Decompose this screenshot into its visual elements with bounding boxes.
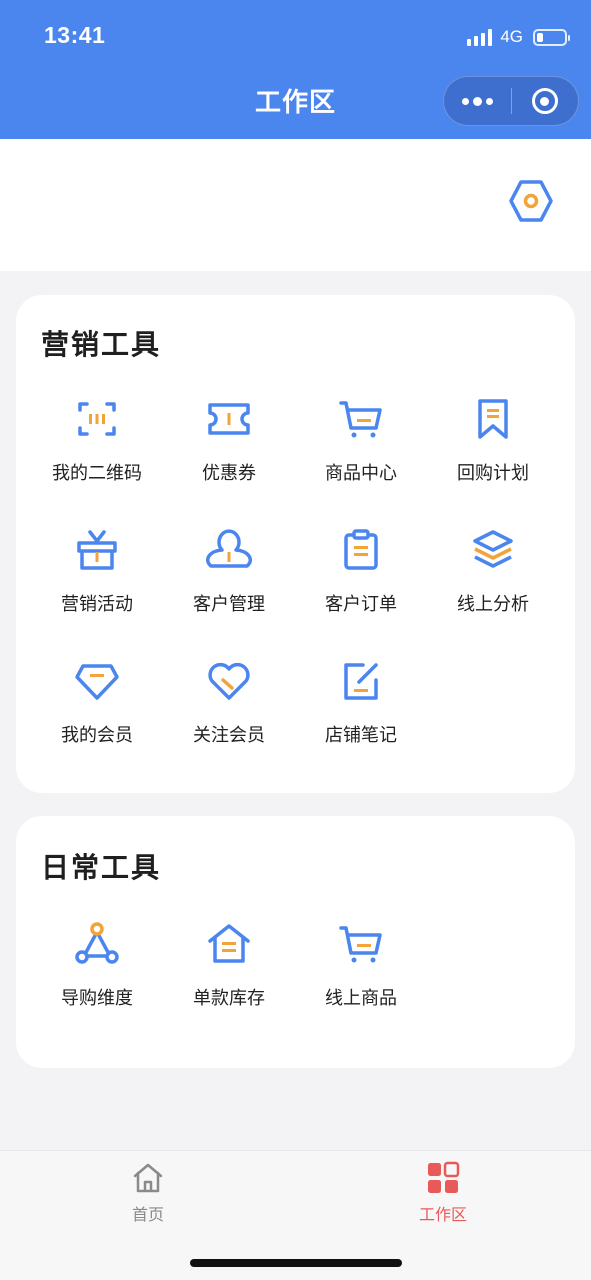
- profile-banner: [0, 139, 591, 271]
- target-icon: [531, 88, 558, 114]
- tool-marketing-activity[interactable]: 营销活动: [31, 526, 163, 616]
- tool-followed-members[interactable]: 关注会员: [163, 657, 295, 747]
- tool-label: 回购计划: [457, 463, 529, 484]
- tool-customer-orders[interactable]: 客户订单: [295, 526, 427, 616]
- cart-icon: [339, 401, 382, 438]
- bookmark-icon: [478, 399, 508, 439]
- tool-my-members[interactable]: 我的会员: [31, 657, 163, 747]
- tool-label: 我的二维码: [52, 463, 142, 484]
- tool-online-analysis[interactable]: 线上分析: [427, 526, 559, 616]
- signal-icon: [467, 28, 493, 46]
- qrcode-icon: [78, 402, 116, 436]
- house-icon: [208, 924, 250, 963]
- daily-tools-card: 日常工具 导购维度 单款库存 线上商品: [16, 816, 575, 1068]
- miniprogram-capsule: [443, 76, 579, 126]
- tool-online-products[interactable]: 线上商品: [295, 920, 427, 1010]
- tab-label: 工作区: [418, 1205, 467, 1224]
- battery-icon: [533, 28, 570, 46]
- clipboard-icon: [344, 529, 378, 570]
- tool-label: 线上分析: [457, 594, 529, 615]
- settings-button[interactable]: [508, 178, 554, 224]
- hexagon-settings-icon: [509, 180, 553, 222]
- network-type: 4G: [500, 27, 523, 46]
- tool-label: 关注会员: [193, 725, 265, 746]
- layers-icon: [473, 530, 513, 568]
- header-bar: 13:41 4G 工作区: [0, 0, 591, 139]
- tool-label: 优惠券: [202, 463, 256, 484]
- tool-single-item-stock[interactable]: 单款库存: [163, 920, 295, 1010]
- ticket-icon: [208, 403, 250, 435]
- tool-repurchase-plan[interactable]: 回购计划: [427, 395, 559, 485]
- grid-icon: [428, 1161, 460, 1193]
- tab-home[interactable]: 首页: [88, 1161, 208, 1225]
- tool-coupon[interactable]: 优惠券: [163, 395, 295, 485]
- tool-label: 客户管理: [193, 594, 265, 615]
- tab-workspace[interactable]: 工作区: [383, 1161, 503, 1225]
- tab-label: 首页: [131, 1205, 164, 1224]
- tool-label: 店铺笔记: [325, 725, 397, 746]
- user-icon: [206, 529, 252, 568]
- close-button[interactable]: [512, 77, 578, 125]
- tool-label: 营销活动: [61, 594, 133, 615]
- more-button[interactable]: [444, 77, 511, 125]
- heart-icon: [208, 662, 250, 700]
- edit-icon: [344, 663, 378, 700]
- home-indicator: [190, 1259, 402, 1267]
- marketing-tools-card: 营销工具 我的二维码 优惠券 商品中心 回购计划 营销活动 客户管理 客户订单 …: [16, 295, 575, 793]
- tool-label: 导购维度: [61, 988, 133, 1009]
- tool-customer-management[interactable]: 客户管理: [163, 526, 295, 616]
- section-title-daily: 日常工具: [41, 851, 162, 884]
- tool-label: 客户订单: [325, 594, 397, 615]
- tool-label: 单款库存: [193, 988, 265, 1009]
- section-title-marketing: 营销工具: [41, 328, 162, 361]
- tool-product-center[interactable]: 商品中心: [295, 395, 427, 485]
- gift-icon: [77, 530, 117, 570]
- tool-label: 我的会员: [61, 725, 133, 746]
- tool-store-notes[interactable]: 店铺笔记: [295, 657, 427, 747]
- diamond-icon: [75, 664, 119, 700]
- tool-label: 商品中心: [325, 463, 397, 484]
- cart-icon: [339, 926, 382, 963]
- status-time: 13:41: [44, 22, 106, 48]
- status-indicators: 4G: [467, 24, 570, 50]
- tool-guide-dimension[interactable]: 导购维度: [31, 920, 163, 1010]
- network-icon: [75, 922, 119, 964]
- tool-label: 线上商品: [325, 988, 397, 1009]
- home-icon: [133, 1163, 163, 1193]
- tool-my-qrcode[interactable]: 我的二维码: [31, 395, 163, 485]
